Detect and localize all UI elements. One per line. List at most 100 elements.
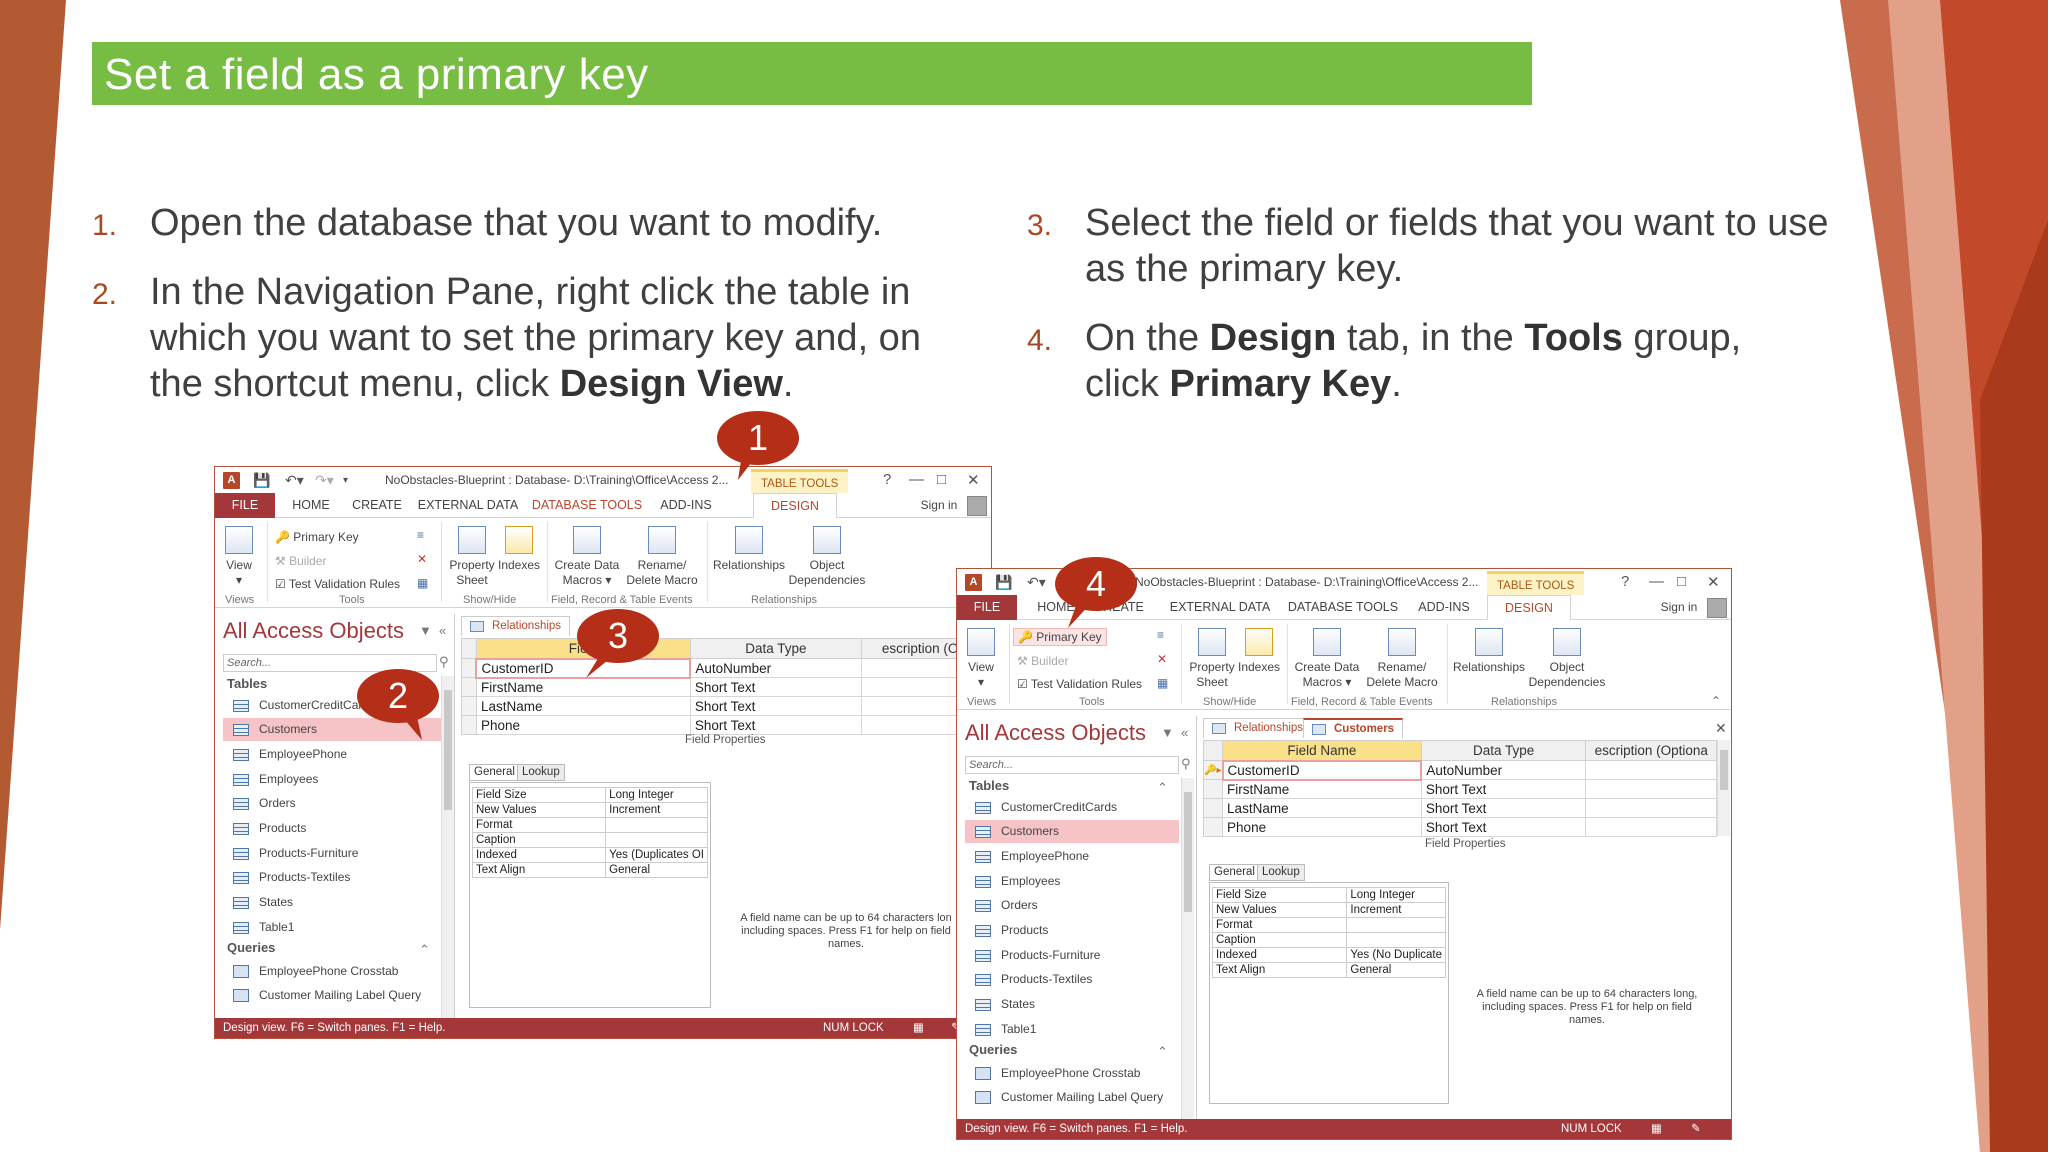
nav-item-query[interactable]: Customer Mailing Label Query	[223, 984, 441, 1007]
create-data-macros-button[interactable]: Create Data Macros ▾	[551, 526, 623, 588]
section-queries[interactable]: Queries	[969, 1042, 1017, 1057]
test-validation-rules-button[interactable]: ☑ Test Validation Rules	[275, 577, 400, 591]
collapse-tables-icon[interactable]: ⌃	[1157, 780, 1168, 796]
property-row[interactable]: Indexed Yes (Duplicates OI	[471, 847, 708, 863]
nav-item-table[interactable]: Products-Furniture	[223, 842, 441, 865]
doc-tab-relationships[interactable]: Relationships	[1203, 718, 1313, 738]
nav-item-query[interactable]: EmployeePhone Crosstab	[223, 960, 441, 983]
create-data-macros-button[interactable]: Create Data Macros ▾	[1291, 628, 1363, 690]
field-name-cell[interactable]: Phone	[1222, 817, 1422, 837]
customize-qat-icon[interactable]: ▾	[343, 475, 348, 486]
close-icon[interactable]: ✕	[1707, 573, 1720, 591]
property-sheet-button[interactable]: Property Sheet	[1187, 628, 1237, 690]
table-row[interactable]: LastName Short Text	[1202, 798, 1717, 818]
data-type-cell[interactable]: Short Text	[689, 696, 862, 716]
nav-item-table[interactable]: Employees	[965, 870, 1179, 893]
nav-scrollbar[interactable]	[441, 676, 454, 1020]
tab-home[interactable]: HOME	[281, 493, 341, 518]
property-row[interactable]: Text Align General	[1211, 962, 1446, 978]
help-icon[interactable]: ?	[1621, 573, 1629, 590]
delete-rows-icon[interactable]: ✕	[417, 552, 427, 566]
description-cell[interactable]	[1585, 779, 1717, 799]
relationships-button[interactable]: Relationships	[709, 526, 789, 573]
tab-design[interactable]: DESIGN	[1487, 595, 1571, 621]
save-icon[interactable]: 💾	[253, 472, 270, 489]
indexes-button[interactable]: Indexes	[497, 526, 541, 573]
modify-lookups-icon[interactable]: ▦	[1157, 676, 1168, 690]
nav-item-table[interactable]: Table1	[965, 1018, 1179, 1041]
search-input[interactable]: Search...	[965, 756, 1179, 774]
collapse-queries-icon[interactable]: ⌃	[1157, 1044, 1168, 1060]
tab-general[interactable]: General	[1209, 864, 1260, 881]
field-name-cell[interactable]: FirstName	[1222, 779, 1422, 799]
nav-item-query[interactable]: Customer Mailing Label Query	[965, 1086, 1179, 1109]
design-view-icon[interactable]: ✎	[1691, 1119, 1701, 1139]
nav-item-table[interactable]: Orders	[223, 792, 441, 815]
property-row[interactable]: Caption	[1211, 932, 1446, 948]
tab-add-ins[interactable]: ADD-INS	[1411, 595, 1477, 620]
redo-icon[interactable]: ↷▾	[315, 472, 334, 489]
property-row[interactable]: Field Size Long Integer	[471, 787, 708, 803]
nav-item-table[interactable]: Products	[965, 919, 1179, 942]
tab-external-data[interactable]: EXTERNAL DATA	[1165, 595, 1275, 620]
doc-tab-relationships[interactable]: Relationships	[461, 616, 571, 636]
section-tables[interactable]: Tables	[969, 778, 1009, 793]
nav-item-table-selected[interactable]: Customers	[965, 820, 1179, 843]
tab-general[interactable]: General	[469, 764, 520, 781]
property-sheet-button[interactable]: Property Sheet	[447, 526, 497, 588]
builder-button[interactable]: ⚒ Builder	[1017, 654, 1068, 668]
sign-in-link[interactable]: Sign in	[915, 493, 963, 518]
undo-icon[interactable]: ↶▾	[1027, 574, 1046, 591]
property-row[interactable]: Format	[1211, 917, 1446, 933]
property-row[interactable]: Caption	[471, 832, 708, 848]
table-row[interactable]: FirstName Short Text	[461, 677, 991, 697]
field-name-cell[interactable]: Phone	[475, 715, 691, 735]
description-cell[interactable]	[1585, 817, 1717, 837]
tab-lookup[interactable]: Lookup	[517, 764, 565, 781]
property-row[interactable]: Indexed Yes (No Duplicate	[1211, 947, 1446, 963]
primary-key-button[interactable]: 🔑 Primary Key	[1013, 628, 1107, 646]
shutter-bar-close-icon[interactable]: «	[1181, 725, 1188, 740]
field-name-cell[interactable]: CustomerID	[1221, 759, 1423, 781]
property-row[interactable]: New Values Increment	[1211, 902, 1446, 918]
doc-tab-customers[interactable]: Customers	[1303, 718, 1404, 738]
shutter-bar-close-icon[interactable]: «	[439, 623, 446, 638]
nav-item-table[interactable]: CustomerCreditCards	[965, 796, 1179, 819]
modify-lookups-icon[interactable]: ▦	[417, 576, 428, 590]
view-button[interactable]: View ▾	[221, 526, 257, 588]
delete-rows-icon[interactable]: ✕	[1157, 652, 1167, 666]
section-tables[interactable]: Tables	[227, 676, 267, 691]
datasheet-view-icon[interactable]: ▦	[913, 1018, 924, 1038]
close-icon[interactable]: ✕	[967, 471, 980, 489]
insert-rows-icon[interactable]: ≡	[1157, 628, 1164, 642]
table-row[interactable]: Phone Short Text	[461, 715, 991, 735]
data-type-cell[interactable]: Short Text	[1420, 817, 1587, 837]
object-dependencies-button[interactable]: Object Dependencies	[785, 526, 869, 588]
restore-icon[interactable]: □	[937, 471, 946, 488]
insert-rows-icon[interactable]: ≡	[417, 528, 424, 542]
data-type-cell[interactable]: Short Text	[1420, 798, 1587, 818]
data-type-cell[interactable]: Short Text	[689, 677, 862, 697]
rename-delete-macro-button[interactable]: Rename/Delete Macro	[1361, 628, 1443, 690]
nav-item-table[interactable]: Employees	[223, 768, 441, 791]
table-row[interactable]: CustomerID AutoNumber	[461, 657, 991, 679]
relationships-button[interactable]: Relationships	[1449, 628, 1529, 675]
nav-item-table[interactable]: Products-Furniture	[965, 944, 1179, 967]
tab-design[interactable]: DESIGN	[753, 493, 837, 519]
nav-item-table[interactable]: Products	[223, 817, 441, 840]
nav-item-table[interactable]: EmployeePhone	[223, 743, 441, 766]
nav-item-table[interactable]: EmployeePhone	[965, 845, 1179, 868]
tab-file[interactable]: FILE	[957, 595, 1017, 620]
data-type-cell[interactable]: Short Text	[1420, 779, 1587, 799]
nav-item-table[interactable]: Products-Textiles	[223, 866, 441, 889]
test-validation-rules-button[interactable]: ☑ Test Validation Rules	[1017, 677, 1142, 691]
description-cell[interactable]	[1585, 798, 1717, 818]
tab-add-ins[interactable]: ADD-INS	[651, 493, 721, 518]
nav-menu-chevron-icon[interactable]: ▼	[1161, 725, 1174, 740]
data-type-cell[interactable]: AutoNumber	[1420, 760, 1587, 780]
nav-menu-chevron-icon[interactable]: ▼	[419, 623, 432, 638]
tab-database-tools[interactable]: DATABASE TOOLS	[1283, 595, 1403, 620]
object-dependencies-button[interactable]: Object Dependencies	[1525, 628, 1609, 690]
tab-create[interactable]: CREATE	[345, 493, 409, 518]
tab-database-tools[interactable]: DATABASE TOOLS	[527, 493, 647, 518]
